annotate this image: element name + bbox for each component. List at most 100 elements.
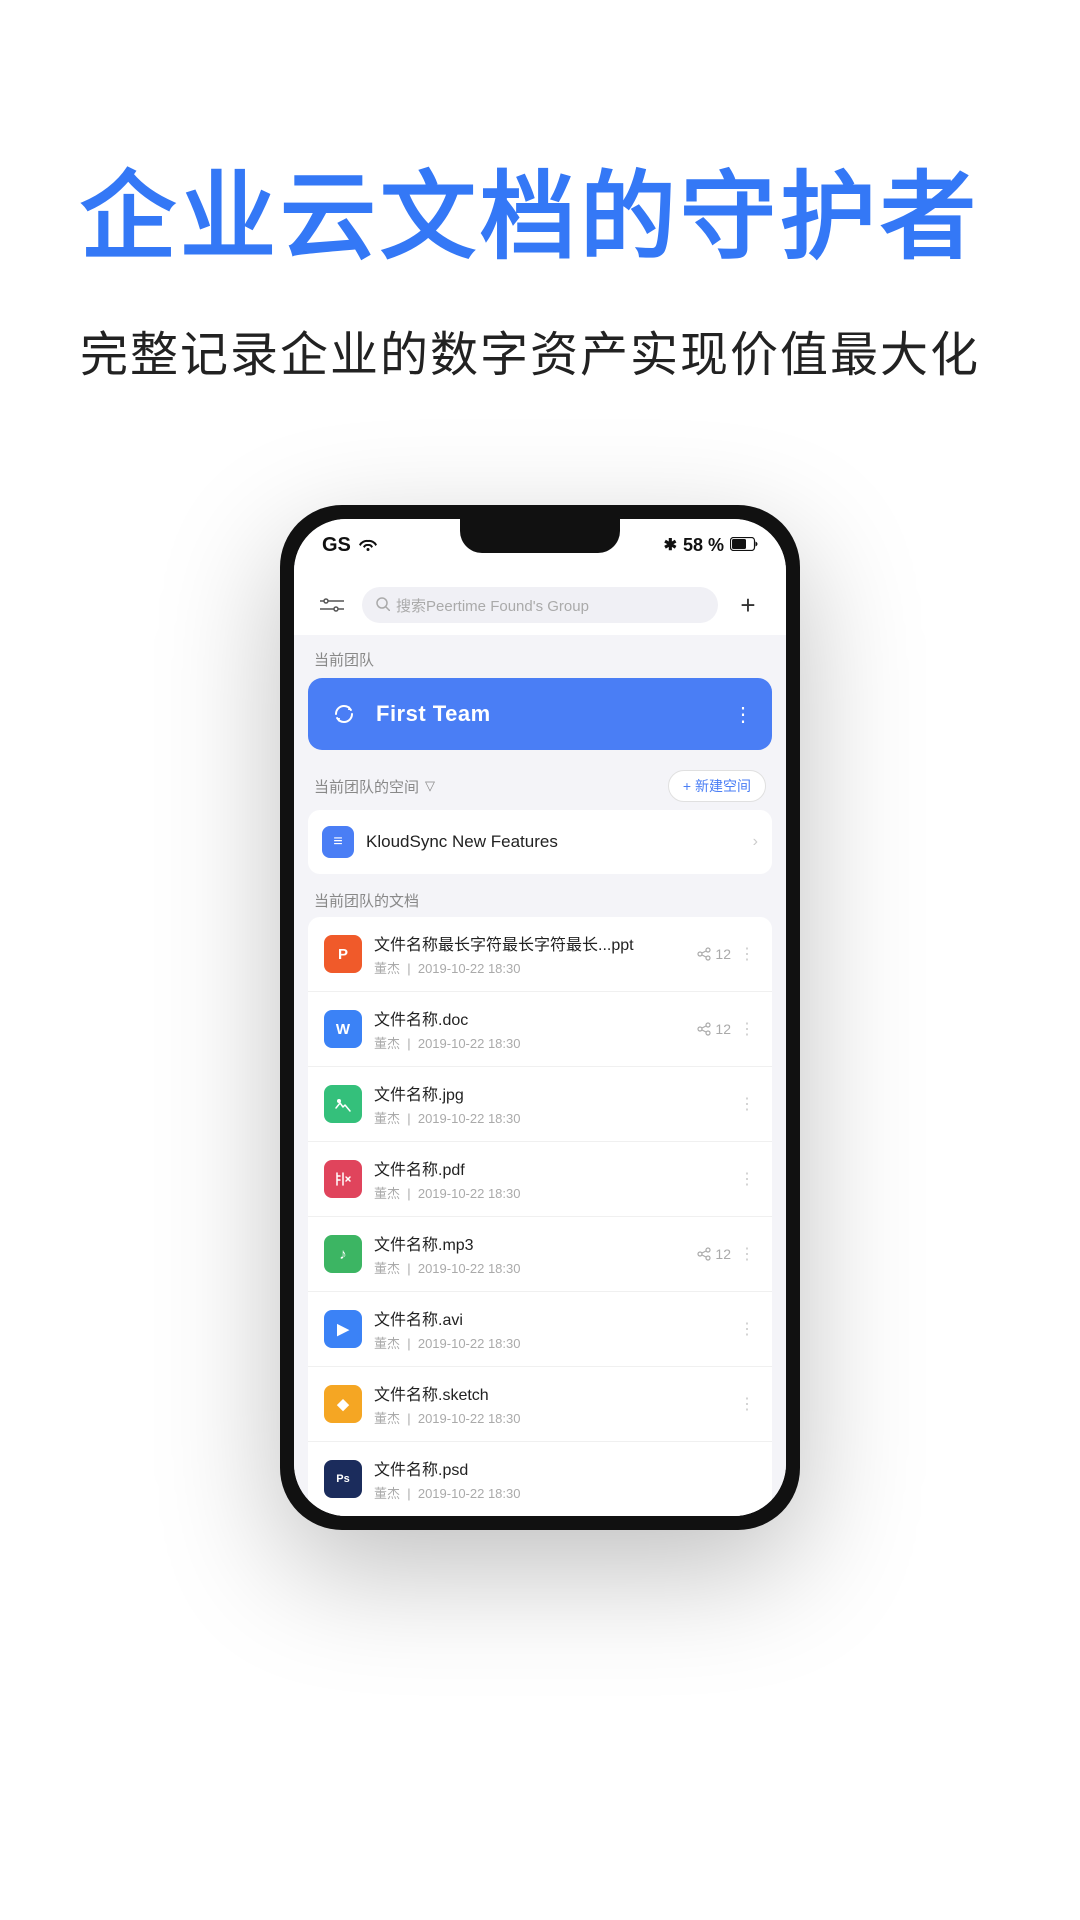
search-bar[interactable]: 搜索Peertime Found's Group: [362, 587, 718, 623]
doc-info: 文件名称.jpg 董杰 | 2019-10-22 18:30: [374, 1081, 727, 1127]
doc-name: 文件名称.sketch: [374, 1381, 727, 1405]
current-team-label: 当前团队: [294, 635, 786, 678]
phone-wrapper: GS ✱ 58 %: [0, 505, 1080, 1570]
doc-date: 2019-10-22 18:30: [418, 1411, 521, 1426]
doc-meta: 董杰 | 2019-10-22 18:30: [374, 1333, 727, 1352]
doc-more-icon[interactable]: ⋮: [739, 1394, 756, 1414]
doc-name: 文件名称.avi: [374, 1306, 727, 1330]
list-item[interactable]: W 文件名称.doc 董杰 | 2019-10-22 18:30: [308, 992, 772, 1067]
doc-meta: 董杰 | 2019-10-22 18:30: [374, 1183, 727, 1202]
docs-section-label: 当前团队的文档: [294, 880, 786, 917]
doc-share-count: 12: [697, 1021, 731, 1037]
doc-date: 2019-10-22 18:30: [418, 1186, 521, 1201]
doc-right: ⋮: [739, 1394, 756, 1414]
doc-more-icon[interactable]: ⋮: [739, 1169, 756, 1189]
team-refresh-icon: [326, 696, 362, 732]
doc-icon-mp3: ♪: [324, 1235, 362, 1273]
doc-author: 董杰: [374, 961, 400, 976]
doc-meta: 董杰 | 2019-10-22 18:30: [374, 1483, 744, 1502]
phone-screen: GS ✱ 58 %: [294, 519, 786, 1516]
doc-more-icon[interactable]: ⋮: [739, 1319, 756, 1339]
doc-date: 2019-10-22 18:30: [418, 1486, 521, 1501]
carrier-text: GS: [322, 534, 351, 557]
doc-name: 文件名称.pdf: [374, 1156, 727, 1180]
status-bar: GS ✱ 58 %: [294, 519, 786, 571]
doc-info: 文件名称.avi 董杰 | 2019-10-22 18:30: [374, 1306, 727, 1352]
space-name: KloudSync New Features: [366, 832, 741, 852]
new-space-label: + 新建空间: [683, 776, 751, 796]
docs-list: P 文件名称最长字符最长字符最长...ppt 董杰 | 2019-10-22 1…: [308, 917, 772, 1516]
filter-icon[interactable]: [314, 587, 350, 623]
status-bar-left: GS: [322, 534, 377, 557]
new-space-button[interactable]: + 新建空间: [668, 770, 766, 802]
doc-info: 文件名称.pdf 董杰 | 2019-10-22 18:30: [374, 1156, 727, 1202]
list-item[interactable]: ◆ 文件名称.sketch 董杰 | 2019-10-22 18:30 ⋮: [308, 1367, 772, 1442]
doc-share-count: 12: [697, 946, 731, 962]
doc-date: 2019-10-22 18:30: [418, 1036, 521, 1051]
share-count: 12: [715, 1246, 731, 1262]
doc-icon-pdf: [324, 1160, 362, 1198]
doc-name: 文件名称.psd: [374, 1456, 744, 1480]
spaces-filter-icon[interactable]: ▽: [425, 778, 435, 794]
space-item[interactable]: ≡ KloudSync New Features ›: [308, 810, 772, 874]
doc-more-icon[interactable]: ⋮: [739, 1094, 756, 1114]
doc-right: 12 ⋮: [697, 1019, 756, 1039]
doc-meta: 董杰 | 2019-10-22 18:30: [374, 1408, 727, 1427]
doc-author: 董杰: [374, 1261, 400, 1276]
doc-info: 文件名称最长字符最长字符最长...ppt 董杰 | 2019-10-22 18:…: [374, 931, 685, 977]
doc-meta: 董杰 | 2019-10-22 18:30: [374, 958, 685, 977]
doc-author: 董杰: [374, 1411, 400, 1426]
list-item[interactable]: Ps 文件名称.psd 董杰 | 2019-10-22 18:30: [308, 1442, 772, 1516]
spaces-label: 当前团队的空间: [314, 776, 419, 797]
doc-right: 12 ⋮: [697, 944, 756, 964]
notch: [460, 519, 620, 553]
status-bar-right: ✱ 58 %: [664, 535, 758, 556]
spaces-header: 当前团队的空间 ▽ + 新建空间: [294, 762, 786, 810]
battery-icon: [730, 535, 758, 556]
doc-icon-doc: W: [324, 1010, 362, 1048]
doc-info: 文件名称.mp3 董杰 | 2019-10-22 18:30: [374, 1231, 685, 1277]
doc-icon-jpg: [324, 1085, 362, 1123]
list-item[interactable]: ♪ 文件名称.mp3 董杰 | 2019-10-22 18:30: [308, 1217, 772, 1292]
doc-name: 文件名称.jpg: [374, 1081, 727, 1105]
doc-name: 文件名称最长字符最长字符最长...ppt: [374, 931, 685, 955]
list-item[interactable]: ▶ 文件名称.avi 董杰 | 2019-10-22 18:30 ⋮: [308, 1292, 772, 1367]
doc-right: 12 ⋮: [697, 1244, 756, 1264]
doc-author: 董杰: [374, 1186, 400, 1201]
team-more-icon[interactable]: ⋮: [733, 702, 754, 727]
doc-name: 文件名称.mp3: [374, 1231, 685, 1255]
share-count: 12: [715, 1021, 731, 1037]
doc-meta: 董杰 | 2019-10-22 18:30: [374, 1258, 685, 1277]
doc-right: ⋮: [739, 1319, 756, 1339]
doc-meta: 董杰 | 2019-10-22 18:30: [374, 1033, 685, 1052]
doc-more-icon[interactable]: ⋮: [739, 1244, 756, 1264]
doc-info: 文件名称.psd 董杰 | 2019-10-22 18:30: [374, 1456, 744, 1502]
doc-author: 董杰: [374, 1336, 400, 1351]
doc-info: 文件名称.doc 董杰 | 2019-10-22 18:30: [374, 1006, 685, 1052]
add-button[interactable]: +: [730, 587, 766, 623]
list-item[interactable]: 文件名称.jpg 董杰 | 2019-10-22 18:30 ⋮: [308, 1067, 772, 1142]
share-count: 12: [715, 946, 731, 962]
bluetooth-icon: ✱: [664, 535, 677, 555]
doc-info: 文件名称.sketch 董杰 | 2019-10-22 18:30: [374, 1381, 727, 1427]
team-card[interactable]: First Team ⋮: [308, 678, 772, 750]
doc-right: ⋮: [739, 1169, 756, 1189]
doc-date: 2019-10-22 18:30: [418, 1336, 521, 1351]
doc-date: 2019-10-22 18:30: [418, 1111, 521, 1126]
space-icon: ≡: [322, 826, 354, 858]
list-item[interactable]: P 文件名称最长字符最长字符最长...ppt 董杰 | 2019-10-22 1…: [308, 917, 772, 992]
doc-right: ⋮: [739, 1094, 756, 1114]
hero-section: 企业云文档的守护者 完整记录企业的数字资产实现价值最大化: [0, 0, 1080, 445]
doc-icon-sketch: ◆: [324, 1385, 362, 1423]
app-header: 搜索Peertime Found's Group +: [294, 571, 786, 635]
hero-subtitle: 完整记录企业的数字资产实现价值最大化: [80, 315, 980, 385]
doc-more-icon[interactable]: ⋮: [739, 1019, 756, 1039]
doc-author: 董杰: [374, 1036, 400, 1051]
doc-meta: 董杰 | 2019-10-22 18:30: [374, 1108, 727, 1127]
doc-more-icon[interactable]: ⋮: [739, 944, 756, 964]
space-chevron-icon: ›: [753, 833, 758, 851]
doc-author: 董杰: [374, 1111, 400, 1126]
app-content: 当前团队 First Team ⋮: [294, 635, 786, 1516]
doc-icon-ppt: P: [324, 935, 362, 973]
list-item[interactable]: 文件名称.pdf 董杰 | 2019-10-22 18:30 ⋮: [308, 1142, 772, 1217]
